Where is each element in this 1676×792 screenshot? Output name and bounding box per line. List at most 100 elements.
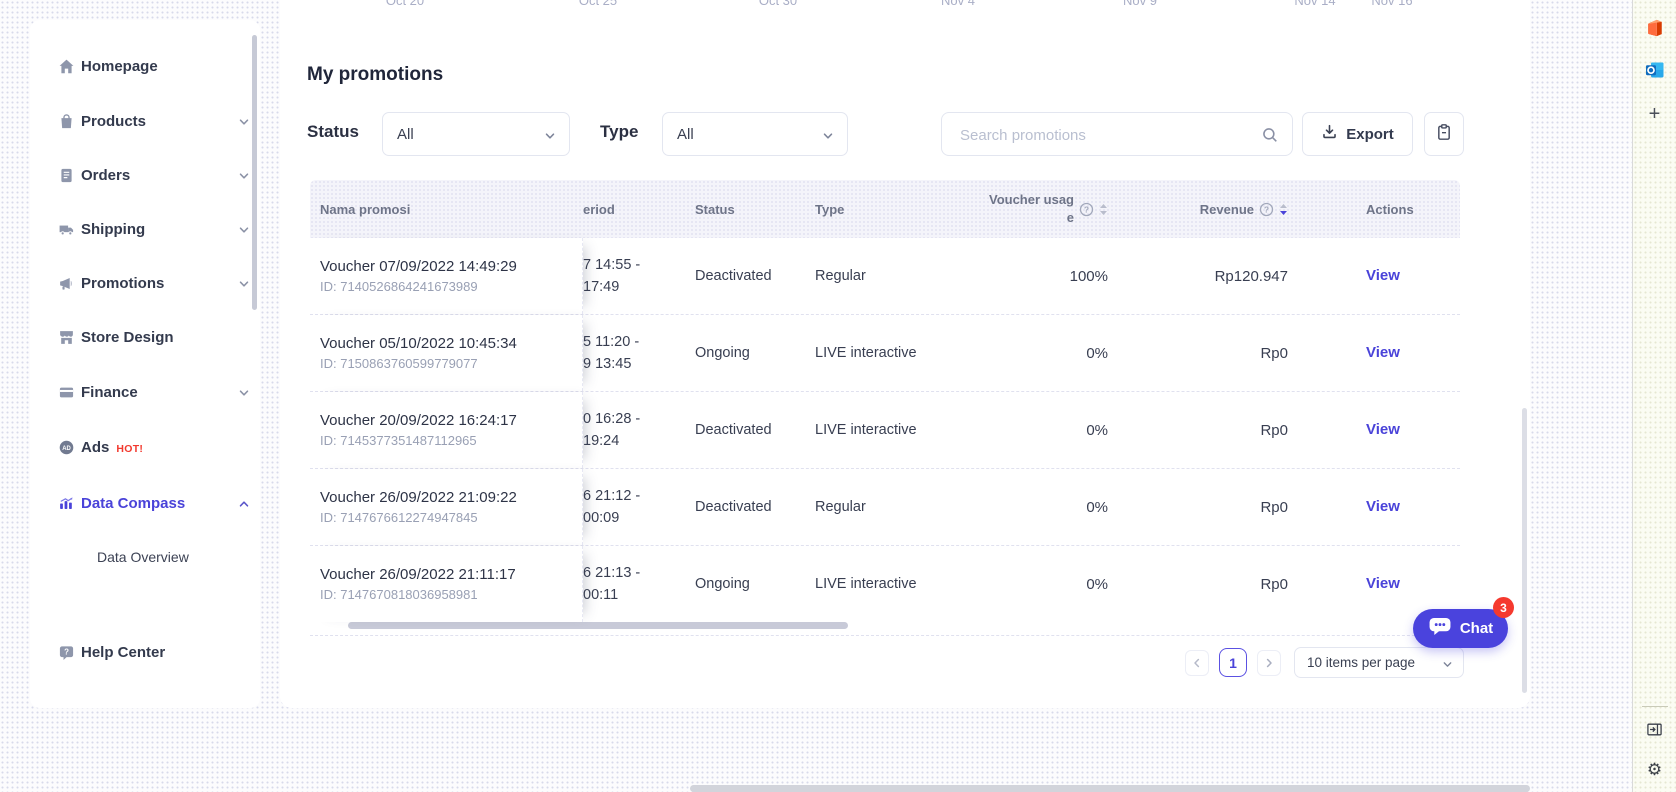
- chart-axis-tick: Nov 9: [1123, 0, 1157, 8]
- page-vertical-scrollbar[interactable]: [1522, 408, 1527, 693]
- cell-revenue: Rp0: [1108, 422, 1288, 439]
- chart-axis-tick: Nov 4: [941, 0, 975, 8]
- table-body: Voucher 07/09/2022 14:49:29 ID: 71405268…: [310, 238, 1460, 622]
- export-button[interactable]: Export: [1302, 112, 1413, 156]
- chevron-down-icon: [238, 277, 250, 289]
- cell-promo-name: Voucher 26/09/2022 21:09:22 ID: 71476766…: [310, 469, 583, 545]
- promo-name: Voucher 20/09/2022 16:24:17: [320, 412, 582, 429]
- cell-period: 6 21:13 - 00:11: [583, 562, 683, 607]
- chart-axis-tick: Nov 16: [1371, 0, 1412, 8]
- column-header-actions: Actions: [1288, 202, 1460, 217]
- items-per-page-dropdown[interactable]: 10 items per page: [1294, 647, 1464, 678]
- sidebar-item-label: AdsHOT!: [81, 439, 143, 456]
- promo-name: Voucher 07/09/2022 14:49:29: [320, 258, 582, 275]
- sidebar-item-ads[interactable]: AD AdsHOT!: [30, 432, 260, 462]
- cell-type: LIVE interactive: [803, 345, 948, 361]
- sidebar-item-products[interactable]: Products: [30, 106, 260, 136]
- main-content-panel: Oct 20 Oct 25 Oct 30 Nov 4 Nov 9 Nov 14 …: [280, 0, 1530, 708]
- chevron-down-icon: [238, 223, 250, 235]
- column-header-type: Type: [803, 202, 948, 217]
- cell-status: Deactivated: [683, 499, 803, 515]
- revenue-header-label: Revenue: [1200, 202, 1254, 217]
- search-input[interactable]: [958, 113, 1252, 157]
- office-icon[interactable]: [1633, 19, 1676, 37]
- svg-text:AD: AD: [62, 445, 71, 451]
- promo-name: Voucher 05/10/2022 10:45:34: [320, 335, 582, 352]
- status-filter-label: Status: [307, 122, 359, 142]
- svg-text:?: ?: [1264, 204, 1269, 214]
- sidebar-item-label: Shipping: [81, 221, 145, 238]
- pagination-page-1[interactable]: 1: [1219, 648, 1247, 677]
- plus-icon[interactable]: +: [1633, 104, 1676, 124]
- hot-badge: HOT!: [116, 443, 143, 455]
- table-horizontal-scrollbar[interactable]: [348, 622, 848, 629]
- chevron-down-icon: [238, 386, 250, 398]
- cell-promo-name: Voucher 20/09/2022 16:24:17 ID: 71453773…: [310, 392, 583, 468]
- chat-button[interactable]: Chat: [1413, 609, 1508, 648]
- cell-status: Ongoing: [683, 345, 803, 361]
- column-header-usage: Voucher usage ?: [948, 191, 1108, 226]
- cell-promo-name: Voucher 07/09/2022 14:49:29 ID: 71405268…: [310, 238, 583, 314]
- cell-voucher-usage: 0%: [948, 576, 1108, 593]
- sidebar-item-label: Products: [81, 113, 146, 130]
- view-link[interactable]: View: [1366, 267, 1400, 284]
- magnifier-icon: [1261, 126, 1279, 149]
- cell-period: 6 21:12 - 00:09: [583, 485, 683, 530]
- sidebar-item-finance[interactable]: Finance: [30, 377, 260, 407]
- view-link[interactable]: View: [1366, 575, 1400, 592]
- cell-revenue: Rp0: [1108, 499, 1288, 516]
- copy-button[interactable]: [1424, 112, 1464, 156]
- chevron-down-icon: [544, 129, 556, 147]
- view-link[interactable]: View: [1366, 421, 1400, 438]
- view-link[interactable]: View: [1366, 344, 1400, 361]
- sidebar-scrollbar[interactable]: [252, 35, 257, 310]
- cell-status: Deactivated: [683, 422, 803, 438]
- sidebar-item-orders[interactable]: Orders: [30, 160, 260, 190]
- status-filter-dropdown[interactable]: All: [382, 112, 570, 156]
- status-filter-value: All: [397, 126, 414, 143]
- sidebar-item-data-compass[interactable]: Data Compass: [30, 488, 260, 518]
- sidebar-subitem-data-overview[interactable]: Data Overview: [97, 549, 189, 565]
- cell-voucher-usage: 0%: [948, 422, 1108, 439]
- outlook-icon[interactable]: [1633, 60, 1676, 80]
- type-filter-dropdown[interactable]: All: [662, 112, 848, 156]
- page-horizontal-scrollbar[interactable]: [690, 785, 1530, 792]
- question-circle-icon[interactable]: ?: [1259, 202, 1274, 217]
- chat-bubble-icon: [1428, 617, 1452, 641]
- cell-type: LIVE interactive: [803, 576, 948, 592]
- sidebar-item-promotions[interactable]: Promotions: [30, 268, 260, 298]
- chevron-down-icon: [238, 115, 250, 127]
- table-row: Voucher 20/09/2022 16:24:17 ID: 71453773…: [310, 392, 1460, 469]
- sort-arrows-icon[interactable]: [1099, 203, 1108, 216]
- cell-period: 7 14:55 - 17:49: [583, 254, 683, 299]
- cell-period: 0 16:28 - 19:24: [583, 408, 683, 453]
- question-circle-icon[interactable]: ?: [1079, 202, 1094, 217]
- ad-circle-icon: AD: [58, 439, 75, 456]
- promo-id: ID: 7147676612274947845: [320, 510, 582, 525]
- sidebar-item-homepage[interactable]: Homepage: [30, 51, 260, 81]
- search-box: [941, 112, 1293, 156]
- gear-icon[interactable]: ⚙: [1633, 761, 1676, 778]
- sidebar-item-shipping[interactable]: Shipping: [30, 214, 260, 244]
- view-link[interactable]: View: [1366, 498, 1400, 515]
- cell-type: Regular: [803, 499, 948, 515]
- items-per-page-value: 10 items per page: [1307, 655, 1415, 670]
- cell-voucher-usage: 0%: [948, 345, 1108, 362]
- pagination-next-button[interactable]: [1257, 650, 1281, 676]
- storefront-icon: [58, 329, 75, 346]
- cell-promo-name: Voucher 05/10/2022 10:45:34 ID: 71508637…: [310, 315, 583, 391]
- type-filter-value: All: [677, 126, 694, 143]
- sidebar-item-store-design[interactable]: Store Design: [30, 322, 260, 352]
- chart-axis-tick: Oct 20: [386, 0, 424, 8]
- chart-axis-tick: Nov 14: [1294, 0, 1335, 8]
- cell-revenue: Rp120.947: [1108, 268, 1288, 285]
- clipboard-icon: [1435, 123, 1453, 146]
- chart-axis-tick: Oct 30: [759, 0, 797, 8]
- page-title: My promotions: [307, 64, 443, 86]
- open-panel-icon[interactable]: [1633, 721, 1676, 738]
- sort-arrows-icon-active-desc[interactable]: [1279, 203, 1288, 216]
- chart-axis-tick: Oct 25: [579, 0, 617, 8]
- sidebar-item-help-center[interactable]: ? Help Center: [30, 637, 260, 667]
- help-bubble-icon: ?: [58, 644, 75, 661]
- pagination-prev-button[interactable]: [1185, 650, 1209, 676]
